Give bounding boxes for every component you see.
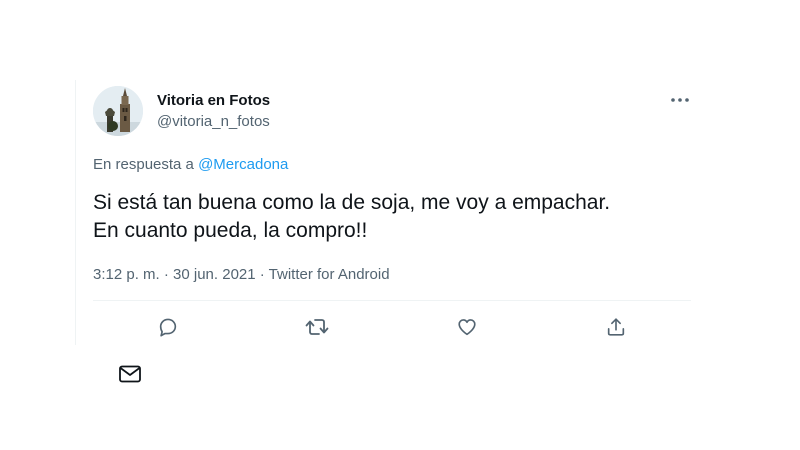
reply-button[interactable] xyxy=(155,314,181,340)
avatar[interactable] xyxy=(93,86,143,136)
tweet-text-line: En cuanto pueda, la compro!! xyxy=(93,219,368,242)
like-button[interactable] xyxy=(454,314,480,340)
mail-icon xyxy=(119,365,141,383)
avatar-tower-image xyxy=(93,86,143,136)
reply-context: En respuesta a @Mercadona xyxy=(93,156,288,173)
retweet-button[interactable] xyxy=(304,314,330,340)
author-handle[interactable]: @vitoria_n_fotos xyxy=(157,113,270,130)
tweet-text-line: Si está tan buena como la de soja, me vo… xyxy=(93,191,611,214)
reply-prefix: En respuesta a xyxy=(93,156,194,173)
more-options-button[interactable] xyxy=(668,88,692,112)
retweet-icon xyxy=(305,319,329,335)
divider xyxy=(93,300,691,301)
like-icon xyxy=(458,319,476,336)
message-button[interactable] xyxy=(117,362,143,386)
reply-icon xyxy=(159,318,177,337)
share-icon xyxy=(607,318,625,336)
more-icon xyxy=(671,98,689,102)
reply-mention-link[interactable]: @Mercadona xyxy=(198,156,288,173)
author-name[interactable]: Vitoria en Fotos xyxy=(157,92,270,109)
tweet-meta: 3:12 p. m. · 30 jun. 2021 · Twitter for … xyxy=(93,266,390,283)
tweet-text: Si está tan buena como la de soja, me vo… xyxy=(93,189,703,245)
share-button[interactable] xyxy=(603,314,629,340)
